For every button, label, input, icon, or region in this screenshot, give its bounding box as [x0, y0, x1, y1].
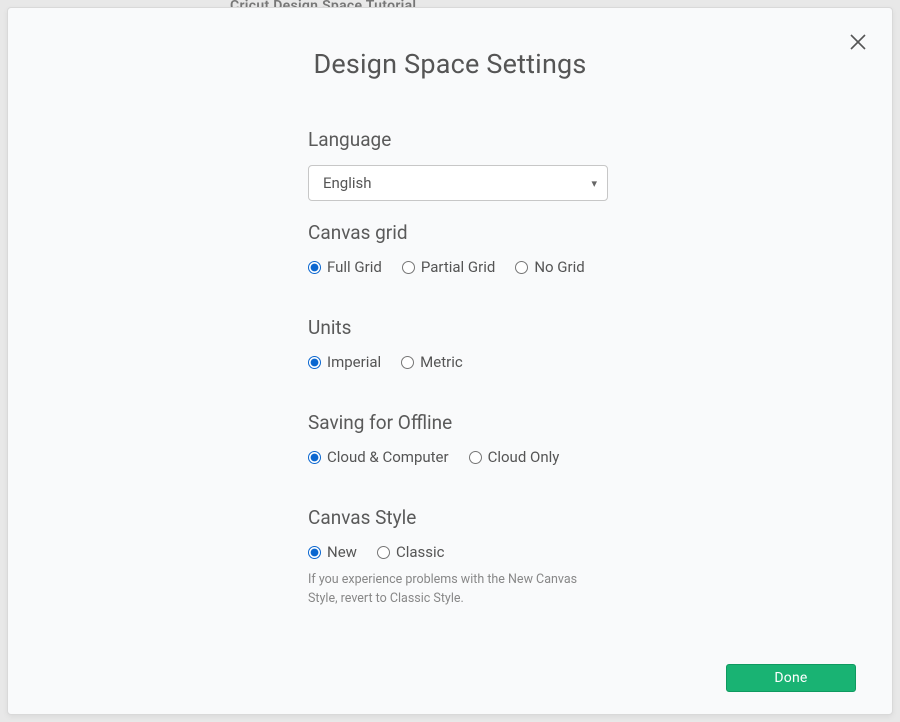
radio-input-cloud-computer[interactable]	[308, 451, 321, 464]
radio-input-full-grid[interactable]	[308, 261, 321, 274]
radio-label-partial-grid: Partial Grid	[421, 258, 495, 276]
radio-cloud-only[interactable]: Cloud Only	[469, 448, 560, 466]
close-icon	[849, 33, 867, 51]
done-button-label: Done	[774, 670, 807, 686]
saving-options: Cloud & Computer Cloud Only	[308, 448, 608, 466]
section-canvas-grid: Canvas grid Full Grid Partial Grid No Gr…	[308, 221, 608, 276]
radio-label-cloud-only: Cloud Only	[488, 448, 560, 466]
radio-label-cloud-computer: Cloud & Computer	[327, 448, 449, 466]
radio-label-no-grid: No Grid	[534, 258, 584, 276]
close-button[interactable]	[846, 30, 870, 54]
radio-label-style-new: New	[327, 543, 357, 561]
units-options: Imperial Metric	[308, 353, 608, 371]
modal-title: Design Space Settings	[8, 8, 892, 128]
radio-input-style-new[interactable]	[308, 546, 321, 559]
language-selected-value: English	[323, 174, 372, 192]
language-label: Language	[308, 128, 608, 151]
saving-label: Saving for Offline	[308, 411, 608, 434]
radio-partial-grid[interactable]: Partial Grid	[402, 258, 495, 276]
section-saving-offline: Saving for Offline Cloud & Computer Clou…	[308, 411, 608, 466]
radio-input-cloud-only[interactable]	[469, 451, 482, 464]
section-canvas-style: Canvas Style New Classic If you experien…	[308, 506, 608, 609]
settings-modal: Design Space Settings Language English ▾…	[7, 7, 893, 715]
radio-label-metric: Metric	[420, 353, 463, 371]
radio-input-metric[interactable]	[401, 356, 414, 369]
canvas-grid-options: Full Grid Partial Grid No Grid	[308, 258, 608, 276]
radio-input-style-classic[interactable]	[377, 546, 390, 559]
canvas-style-label: Canvas Style	[308, 506, 608, 529]
radio-no-grid[interactable]: No Grid	[515, 258, 584, 276]
radio-input-partial-grid[interactable]	[402, 261, 415, 274]
section-language: Language English ▾	[308, 128, 608, 201]
section-units: Units Imperial Metric	[308, 316, 608, 371]
canvas-grid-label: Canvas grid	[308, 221, 608, 244]
radio-imperial[interactable]: Imperial	[308, 353, 381, 371]
radio-label-style-classic: Classic	[396, 543, 445, 561]
done-button[interactable]: Done	[726, 664, 856, 692]
chevron-down-icon: ▾	[591, 177, 597, 190]
radio-full-grid[interactable]: Full Grid	[308, 258, 382, 276]
canvas-style-options: New Classic	[308, 543, 608, 561]
radio-metric[interactable]: Metric	[401, 353, 463, 371]
settings-content: Language English ▾ Canvas grid Full Grid…	[308, 128, 608, 609]
radio-label-imperial: Imperial	[327, 353, 381, 371]
canvas-style-help-text: If you experience problems with the New …	[308, 571, 608, 609]
radio-label-full-grid: Full Grid	[327, 258, 382, 276]
radio-input-no-grid[interactable]	[515, 261, 528, 274]
radio-input-imperial[interactable]	[308, 356, 321, 369]
language-select[interactable]: English ▾	[308, 165, 608, 201]
radio-style-new[interactable]: New	[308, 543, 357, 561]
radio-cloud-computer[interactable]: Cloud & Computer	[308, 448, 449, 466]
units-label: Units	[308, 316, 608, 339]
radio-style-classic[interactable]: Classic	[377, 543, 445, 561]
